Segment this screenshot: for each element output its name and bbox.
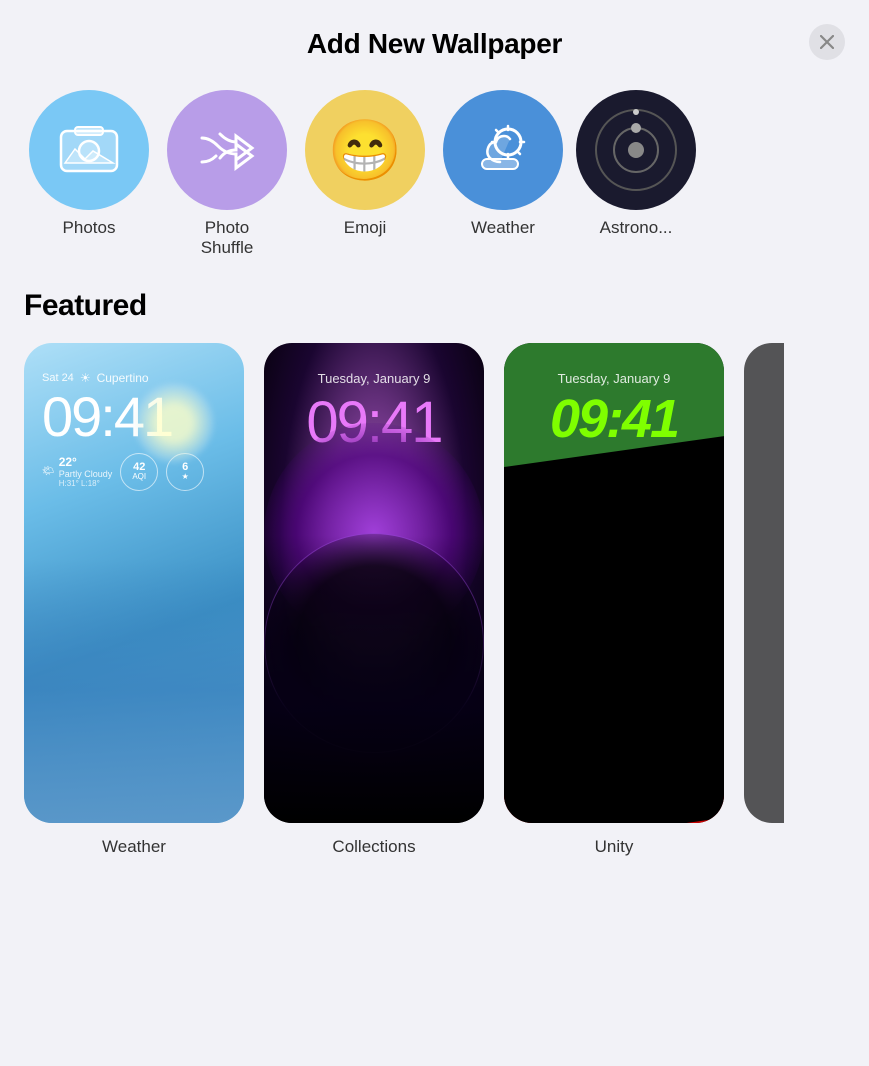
unity-swoosh-bottom: [504, 572, 724, 823]
sun-glow: [134, 383, 214, 463]
unity-date: Tuesday, January 9: [558, 371, 671, 386]
category-photos[interactable]: Photos: [24, 90, 154, 238]
collections-wp-label: Collections: [332, 837, 415, 857]
photos-label: Photos: [63, 218, 116, 238]
weather-city: Cupertino: [97, 371, 149, 385]
category-astronomy[interactable]: Astrono...: [576, 90, 696, 238]
weather-info: 🌤 22° Partly Cloudy H:31° L:18°: [42, 453, 226, 491]
modal-header: Add New Wallpaper: [0, 0, 869, 80]
category-emoji[interactable]: 😁 Emoji: [300, 90, 430, 238]
featured-section: Featured Sat 24 ☀ Cupertino: [0, 279, 869, 857]
emoji-circle: 😁: [305, 90, 425, 210]
weather-gradient-lower: [24, 559, 244, 823]
wallpaper-card-collections[interactable]: Tuesday, January 9 09:41 Collections: [264, 343, 484, 857]
photos-circle: [29, 90, 149, 210]
astronomy-label: Astrono...: [600, 218, 673, 238]
partial-preview: [744, 343, 784, 823]
add-wallpaper-modal: Add New Wallpaper Photos: [0, 0, 869, 1066]
wallpaper-card-partial[interactable]: [744, 343, 784, 837]
aqi-badge: 42 AQI: [120, 453, 158, 491]
wallpaper-row: Sat 24 ☀ Cupertino 09:41 🌤 22°: [24, 343, 845, 857]
astronomy-circle: [576, 90, 696, 210]
weather-label: Weather: [471, 218, 535, 238]
wallpaper-card-unity[interactable]: Tuesday, January 9 09:41 Unity: [504, 343, 724, 857]
wallpaper-card-weather[interactable]: Sat 24 ☀ Cupertino 09:41 🌤 22°: [24, 343, 244, 857]
category-shuffle[interactable]: PhotoShuffle: [162, 90, 292, 259]
emoji-label: Emoji: [344, 218, 387, 238]
unity-header: Tuesday, January 9 09:41: [504, 371, 724, 446]
category-weather[interactable]: Weather: [438, 90, 568, 238]
coll-date: Tuesday, January 9: [318, 371, 431, 386]
weather-circle: [443, 90, 563, 210]
featured-title: Featured: [24, 289, 845, 323]
shuffle-label: PhotoShuffle: [201, 218, 254, 259]
shuffle-circle: [167, 90, 287, 210]
unity-time: 09:41: [550, 392, 678, 446]
weather-temp-display: 🌤 22° Partly Cloudy H:31° L:18°: [42, 455, 112, 488]
weather-sun-icon: ☀: [80, 371, 91, 385]
coll-dark-gradient: [264, 535, 484, 823]
collections-preview: Tuesday, January 9 09:41: [264, 343, 484, 823]
weather-meta: Sat 24 ☀ Cupertino: [42, 371, 226, 385]
emoji-icon: 😁: [328, 115, 403, 186]
weather-wp-label: Weather: [102, 837, 166, 857]
close-button[interactable]: [809, 24, 845, 60]
category-row: Photos PhotoShuffle 😁 Emoji: [0, 80, 869, 279]
weather-day: Sat 24: [42, 372, 74, 384]
modal-title: Add New Wallpaper: [307, 28, 562, 60]
weather-preview: Sat 24 ☀ Cupertino 09:41 🌤 22°: [24, 343, 244, 823]
unity-wp-label: Unity: [595, 837, 634, 857]
unity-preview: Tuesday, January 9 09:41: [504, 343, 724, 823]
